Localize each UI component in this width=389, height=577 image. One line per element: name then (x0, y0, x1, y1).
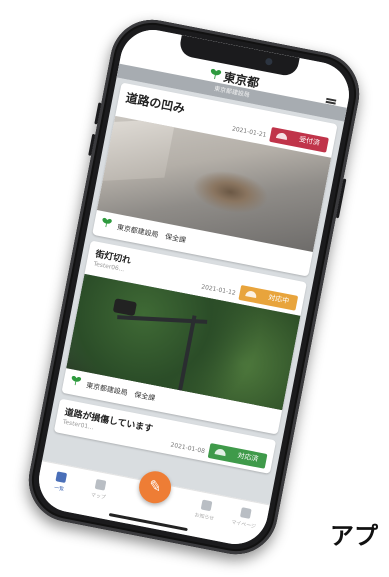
tab-notifications[interactable]: お知らせ (186, 497, 225, 524)
map-icon (94, 478, 107, 491)
bell-icon (200, 499, 213, 512)
tab-notifications-label: お知らせ (193, 512, 215, 523)
power-button (335, 178, 347, 219)
tab-list[interactable]: 一覧 (41, 469, 80, 496)
volume-up-button (94, 102, 102, 125)
user-icon (239, 507, 252, 519)
tab-mypage[interactable]: マイページ (225, 505, 264, 532)
stage: 東京都 東京都建設局 道路の凹み 2021-01-21 受付済 東京都建設局 保… (0, 0, 389, 577)
phone-screen: 東京都 東京都建設局 道路の凹み 2021-01-21 受付済 東京都建設局 保… (33, 24, 355, 550)
helmet-icon (275, 132, 288, 140)
phone-frame: 東京都 東京都建設局 道路の凹み 2021-01-21 受付済 東京都建設局 保… (21, 12, 367, 562)
tab-mypage-label: マイページ (230, 519, 257, 531)
home-indicator[interactable] (108, 512, 188, 532)
curb-shape (96, 118, 176, 182)
pole-shape (177, 315, 197, 395)
tab-map-label: マップ (90, 492, 107, 501)
status-badge-label: 対応済 (236, 451, 260, 464)
caption-text: アプ (330, 522, 378, 550)
helmet-icon (214, 448, 227, 457)
ginkgo-leaf-icon (102, 217, 112, 228)
camera-icon (264, 57, 273, 66)
list-icon (55, 471, 68, 484)
lamp-shape (112, 298, 138, 317)
status-badge-label: 対応中 (267, 293, 290, 306)
ginkgo-leaf-icon (71, 375, 82, 386)
report-feed[interactable]: 道路の凹み 2021-01-21 受付済 東京都建設局 保全課 街灯切れ Tes… (42, 77, 344, 504)
ginkgo-leaf-icon (210, 68, 222, 80)
status-badge-label: 受付済 (298, 135, 321, 148)
volume-down-button (88, 133, 96, 156)
tab-list-label: 一覧 (53, 485, 65, 493)
tab-map[interactable]: マップ (80, 476, 119, 503)
report-department-label: 東京都建設局 保全課 (116, 223, 187, 245)
helmet-icon (245, 290, 258, 299)
report-department-label: 東京都建設局 保全課 (85, 381, 156, 403)
